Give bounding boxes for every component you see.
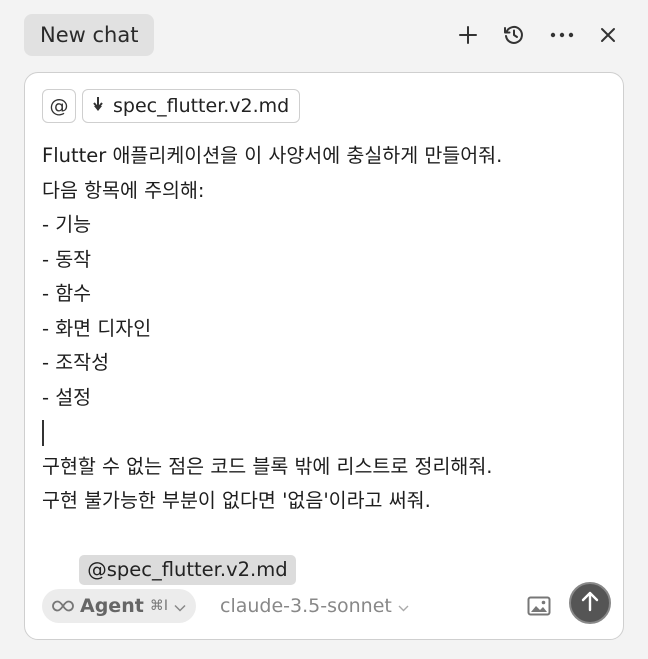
file-icon bbox=[91, 95, 105, 117]
at-icon: @ bbox=[49, 95, 69, 117]
model-name: claude-3.5-sonnet bbox=[220, 595, 392, 617]
image-icon[interactable] bbox=[525, 592, 553, 620]
infinity-icon bbox=[52, 597, 74, 616]
cursor-line bbox=[42, 415, 612, 450]
tab-new-chat[interactable]: New chat bbox=[24, 14, 155, 56]
top-bar: New chat bbox=[0, 0, 648, 72]
file-mention[interactable]: @spec_flutter.v2.md bbox=[79, 555, 296, 585]
chat-composer[interactable]: @ spec_flutter.v2.md Flutter 애플리케이션을 이 사… bbox=[24, 72, 624, 640]
mode-selector[interactable]: Agent ⌘I bbox=[42, 589, 196, 623]
chevron-down-icon bbox=[398, 595, 409, 617]
history-icon[interactable] bbox=[500, 21, 528, 49]
prompt-line: 구현 불가능한 부분이 없다면 '없음'이라고 써줘. bbox=[42, 489, 431, 512]
text-caret bbox=[42, 419, 44, 446]
tab-label: New chat bbox=[40, 23, 139, 47]
prompt-textarea[interactable]: Flutter 애플리케이션을 이 사양서에 충실하게 만들어줘. 다음 항목에… bbox=[42, 139, 612, 585]
prompt-line: - 화면 디자인 bbox=[42, 316, 152, 340]
prompt-line: - 함수 bbox=[42, 282, 92, 305]
plus-icon[interactable] bbox=[454, 21, 482, 49]
arrow-up-icon bbox=[580, 590, 600, 616]
composer-footer: Agent ⌘I claude-3.5-sonnet bbox=[42, 582, 611, 629]
close-icon[interactable] bbox=[594, 21, 622, 49]
chevron-down-icon bbox=[174, 597, 186, 616]
prompt-line: - 설정 bbox=[42, 385, 92, 409]
more-icon[interactable] bbox=[548, 21, 576, 49]
prompt-line: - 동작 bbox=[42, 247, 92, 271]
mode-label: Agent bbox=[80, 595, 144, 617]
context-row: @ spec_flutter.v2.md bbox=[42, 89, 301, 123]
add-context-button[interactable]: @ bbox=[42, 89, 76, 123]
prompt-line: - 조작성 bbox=[42, 351, 110, 374]
prompt-line: 구현할 수 없는 점은 코드 블록 밖에 리스트로 정리해줘. bbox=[42, 454, 493, 478]
context-file-name: spec_flutter.v2.md bbox=[113, 95, 290, 117]
prompt-line: Flutter 애플리케이션을 이 사양서에 충실하게 만들어줘. bbox=[42, 144, 503, 167]
prompt-line: 다음 항목에 주의해: bbox=[42, 178, 205, 202]
mention-line: @spec_flutter.v2.md bbox=[42, 519, 612, 585]
context-file-chip[interactable]: spec_flutter.v2.md bbox=[82, 89, 301, 123]
prompt-line: - 기능 bbox=[42, 213, 92, 236]
send-button[interactable] bbox=[569, 582, 611, 624]
model-selector[interactable]: claude-3.5-sonnet bbox=[220, 589, 409, 623]
mode-shortcut: ⌘I bbox=[149, 598, 168, 614]
